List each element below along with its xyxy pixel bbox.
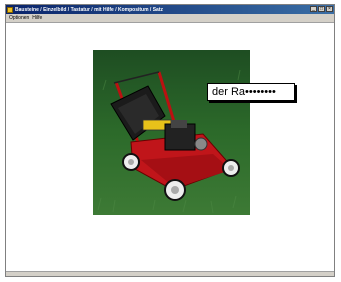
status-bar [6, 271, 334, 276]
menu-help[interactable]: Hilfe [32, 15, 42, 21]
window-title: Bausteine / Einzelbild / Tastatur / mit … [15, 6, 163, 13]
maximize-button[interactable]: □ [318, 6, 325, 12]
lawnmower-image [93, 50, 250, 215]
window-controls: _ □ × [310, 6, 333, 12]
menu-options[interactable]: Optionen [9, 15, 29, 21]
close-button[interactable]: × [326, 6, 333, 12]
app-icon [7, 6, 13, 13]
answer-input[interactable]: der Ra•••••••• [207, 83, 295, 101]
title-bar: Bausteine / Einzelbild / Tastatur / mit … [6, 5, 334, 14]
lawnmower-illustration [93, 50, 250, 215]
minimize-button[interactable]: _ [310, 6, 317, 12]
menu-bar: Optionen Hilfe [6, 14, 334, 23]
